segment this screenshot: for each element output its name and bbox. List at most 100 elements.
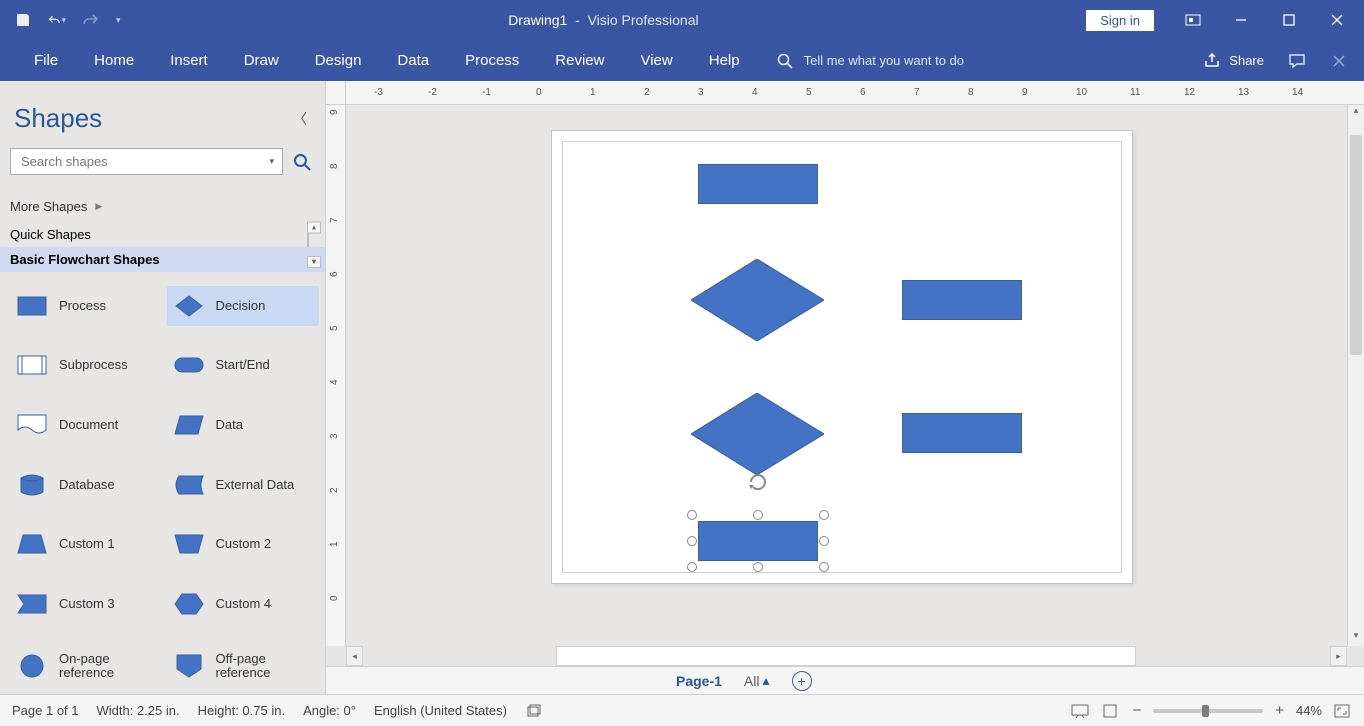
tell-me-search[interactable]: Tell me what you want to do: [776, 52, 964, 70]
title-bar-right: Sign in: [1086, 10, 1364, 31]
close-icon[interactable]: [1328, 11, 1346, 29]
hscroll-left[interactable]: ◂: [346, 646, 363, 666]
zoom-slider[interactable]: [1153, 709, 1263, 713]
status-lang[interactable]: English (United States): [374, 703, 507, 718]
tell-me-placeholder: Tell me what you want to do: [804, 53, 964, 68]
shape-subprocess[interactable]: Subprocess: [10, 346, 163, 386]
decision-icon: [172, 294, 206, 318]
search-icon: [292, 152, 312, 172]
share-icon: [1204, 53, 1222, 69]
offpage-icon: [172, 654, 206, 678]
basic-flowchart-header[interactable]: Basic Flowchart Shapes ▾: [0, 247, 325, 272]
chevron-right-icon: ▶: [95, 201, 102, 212]
selection-handles[interactable]: [692, 515, 824, 567]
all-pages[interactable]: All ▴: [744, 672, 770, 689]
canvas-shape-process-1[interactable]: [698, 164, 818, 204]
tab-file[interactable]: File: [16, 52, 76, 69]
collapse-ribbon-icon[interactable]: [1330, 52, 1348, 70]
maximize-icon[interactable]: [1280, 11, 1298, 29]
shape-data[interactable]: Data: [167, 405, 320, 445]
presentation-mode-icon[interactable]: [1070, 702, 1090, 720]
tab-data[interactable]: Data: [379, 52, 447, 69]
undo-icon[interactable]: ▾: [48, 11, 66, 29]
rotate-handle-icon[interactable]: [747, 471, 769, 493]
shape-external-data[interactable]: External Data: [167, 465, 320, 505]
shape-custom2[interactable]: Custom 2: [167, 525, 320, 565]
comments-icon[interactable]: [1288, 52, 1306, 70]
onpage-icon: [15, 654, 49, 678]
tab-draw[interactable]: Draw: [226, 52, 297, 69]
shape-document[interactable]: Document: [10, 405, 163, 445]
shape-database[interactable]: Database: [10, 465, 163, 505]
hscroll-right[interactable]: ▸: [1330, 646, 1347, 666]
collapse-shapes-icon[interactable]: 〈: [289, 105, 311, 133]
app-name: Visio Professional: [588, 12, 699, 28]
main-area: Shapes 〈 ▾ More Shapes ▶ Quick Shapes ▴ …: [0, 81, 1364, 694]
data-icon: [172, 413, 206, 437]
fit-page-icon[interactable]: [1332, 702, 1352, 720]
basic-flowchart-label: Basic Flowchart Shapes: [10, 252, 160, 267]
tab-review[interactable]: Review: [537, 52, 622, 69]
zoom-out-button[interactable]: −: [1130, 702, 1143, 719]
shape-decision[interactable]: Decision: [167, 286, 320, 326]
search-button[interactable]: [289, 148, 315, 175]
shape-custom3[interactable]: Custom 3: [10, 584, 163, 624]
macro-record-icon[interactable]: [525, 702, 545, 720]
tab-help[interactable]: Help: [691, 52, 758, 69]
redo-icon[interactable]: [82, 11, 100, 29]
tab-design[interactable]: Design: [297, 52, 380, 69]
signin-button[interactable]: Sign in: [1086, 10, 1154, 31]
search-dropdown-icon[interactable]: ▾: [267, 156, 276, 167]
shape-grid: Process Decision Subprocess Start/End Do…: [0, 272, 325, 694]
status-page[interactable]: Page 1 of 1: [12, 703, 79, 718]
zoom-level[interactable]: 44%: [1296, 703, 1322, 718]
stencil-scrollbar[interactable]: ▴: [307, 221, 321, 248]
shape-onpage-ref[interactable]: On-page reference: [10, 644, 163, 688]
page-width-icon[interactable]: [1100, 702, 1120, 720]
qat-more-icon[interactable]: ▾: [116, 15, 121, 26]
status-bar: Page 1 of 1 Width: 2.25 in. Height: 0.75…: [0, 694, 1364, 726]
custom2-icon: [172, 532, 206, 556]
subprocess-icon: [15, 353, 49, 377]
drawing-page[interactable]: [346, 105, 1347, 646]
canvas-shape-process-3[interactable]: [902, 413, 1022, 453]
minimize-icon[interactable]: [1232, 11, 1250, 29]
shape-startend[interactable]: Start/End: [167, 346, 320, 386]
database-icon: [15, 473, 49, 497]
quick-shapes-header[interactable]: Quick Shapes ▴: [0, 222, 325, 247]
window-title: Drawing1 - Visio Professional: [121, 12, 1087, 28]
more-shapes[interactable]: More Shapes ▶: [0, 185, 325, 222]
quick-shapes-label: Quick Shapes: [10, 227, 91, 242]
external-data-icon: [172, 473, 206, 497]
ribbon-display-icon[interactable]: [1184, 11, 1202, 29]
horizontal-scrollbar-row: ◂ ▸: [326, 646, 1364, 666]
zoom-in-button[interactable]: +: [1273, 702, 1286, 719]
page-tab-1[interactable]: Page-1: [676, 673, 722, 689]
status-width: Width: 2.25 in.: [97, 703, 180, 718]
vertical-scrollbar[interactable]: ▴ ▾: [1347, 105, 1364, 646]
stencil-scroll-down[interactable]: ▾: [307, 256, 321, 268]
share-label: Share: [1229, 53, 1264, 68]
save-icon[interactable]: [14, 11, 32, 29]
shape-offpage-ref[interactable]: Off-page reference: [167, 644, 320, 688]
tab-process[interactable]: Process: [447, 52, 537, 69]
tab-insert[interactable]: Insert: [152, 52, 226, 69]
search-shapes-input[interactable]: ▾: [10, 148, 283, 175]
hscroll-track[interactable]: [556, 646, 1136, 666]
shape-process[interactable]: Process: [10, 286, 163, 326]
vertical-ruler[interactable]: 9876543210: [326, 105, 346, 646]
horizontal-ruler[interactable]: -3-2-101234567891011121314: [326, 81, 1364, 105]
share-button[interactable]: Share: [1204, 53, 1264, 69]
add-page-button[interactable]: +: [792, 671, 812, 691]
canvas-shape-decision-1[interactable]: [691, 259, 824, 341]
document-name: Drawing1: [508, 12, 567, 28]
canvas-shape-decision-2[interactable]: [691, 393, 824, 475]
document-icon: [15, 413, 49, 437]
search-icon: [776, 52, 794, 70]
shape-custom1[interactable]: Custom 1: [10, 525, 163, 565]
ribbon: File Home Insert Draw Design Data Proces…: [0, 40, 1364, 81]
tab-home[interactable]: Home: [76, 52, 152, 69]
canvas-shape-process-2[interactable]: [902, 280, 1022, 320]
shape-custom4[interactable]: Custom 4: [167, 584, 320, 624]
tab-view[interactable]: View: [622, 52, 690, 69]
